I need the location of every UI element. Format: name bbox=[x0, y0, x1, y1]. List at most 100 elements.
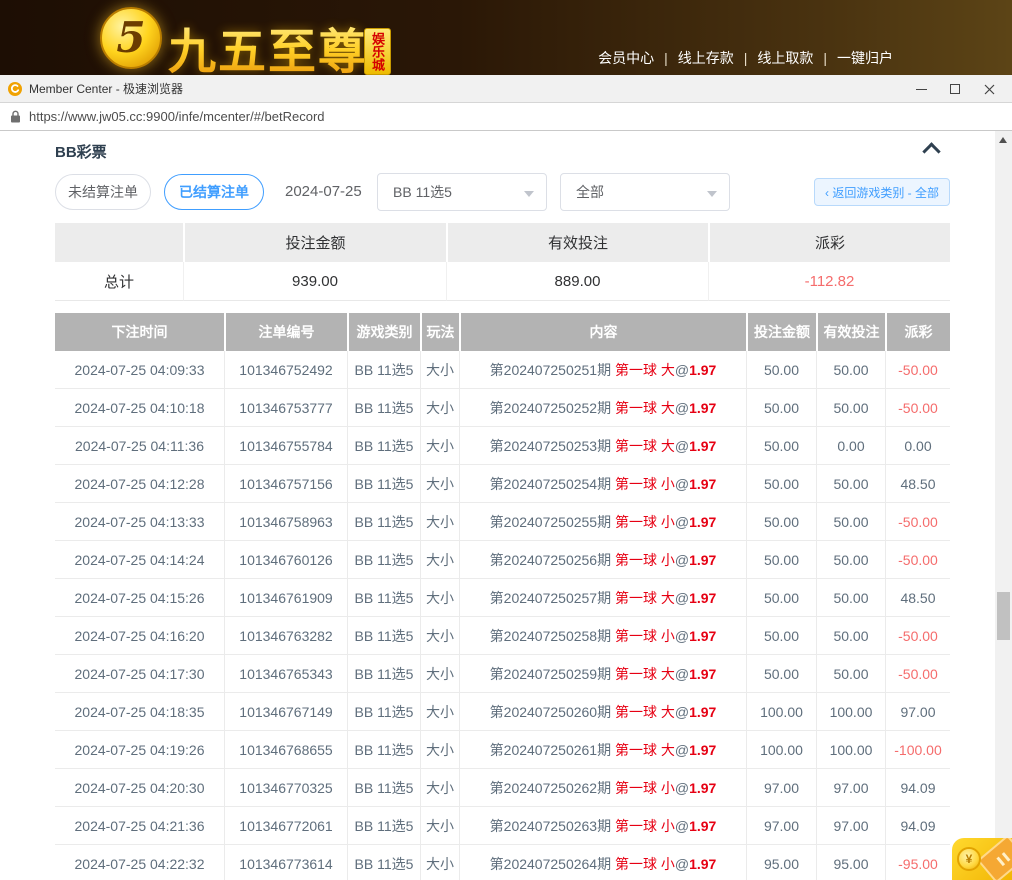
url-text[interactable]: https://www.jw05.cc:9900/infe/mcenter/#/… bbox=[29, 109, 325, 124]
cell-bet-amount: 100.00 bbox=[746, 731, 816, 769]
cell-bet-id: 101346773614 bbox=[224, 845, 347, 880]
cell-game-category: BB 11选5 bbox=[347, 427, 420, 465]
cell-play-type: 大小 bbox=[420, 731, 459, 769]
cell-bet-time: 2024-07-25 04:20:30 bbox=[55, 769, 224, 807]
cell-play-type: 大小 bbox=[420, 845, 459, 880]
cell-bet-time: 2024-07-25 04:13:33 bbox=[55, 503, 224, 541]
cell-content: 第202407250259期 第一球 大@1.97 bbox=[459, 655, 746, 693]
content-at-separator: @ bbox=[675, 856, 689, 872]
content-at-separator: @ bbox=[675, 400, 689, 416]
content-pick: 第一球 大 bbox=[615, 704, 675, 720]
cell-game-category: BB 11选5 bbox=[347, 845, 420, 880]
maximize-button[interactable] bbox=[938, 75, 972, 103]
table-row: 2024-07-25 04:22:32 101346773614 BB 11选5… bbox=[55, 845, 950, 880]
header-content: 内容 bbox=[459, 313, 746, 351]
scrollbar-thumb[interactable] bbox=[997, 592, 1010, 640]
lock-icon bbox=[10, 110, 21, 123]
summary-bet-amount: 939.00 bbox=[183, 262, 446, 301]
cell-bet-amount: 50.00 bbox=[746, 579, 816, 617]
cell-content: 第202407250260期 第一球 大@1.97 bbox=[459, 693, 746, 731]
cell-play-type: 大小 bbox=[420, 503, 459, 541]
cell-bet-id: 101346763282 bbox=[224, 617, 347, 655]
cell-bet-id: 101346755784 bbox=[224, 427, 347, 465]
cell-play-type: 大小 bbox=[420, 617, 459, 655]
cell-content: 第202407250262期 第一球 小@1.97 bbox=[459, 769, 746, 807]
content-odds: 1.97 bbox=[689, 856, 716, 872]
content-period: 第202407250253期 bbox=[490, 438, 615, 454]
nav-online-withdraw[interactable]: 线上取款 bbox=[757, 50, 813, 66]
summary-header-valid-bet: 有效投注 bbox=[446, 223, 708, 262]
url-bar[interactable]: https://www.jw05.cc:9900/infe/mcenter/#/… bbox=[0, 103, 1012, 131]
content-odds: 1.97 bbox=[689, 780, 716, 796]
cell-play-type: 大小 bbox=[420, 655, 459, 693]
cell-bet-amount: 50.00 bbox=[746, 351, 816, 389]
minimize-button[interactable] bbox=[904, 75, 938, 103]
cell-game-category: BB 11选5 bbox=[347, 389, 420, 427]
cell-payout: 97.00 bbox=[885, 693, 950, 731]
nav-online-deposit[interactable]: 线上存款 bbox=[678, 50, 734, 66]
cell-payout: 0.00 bbox=[885, 427, 950, 465]
nav-member-center[interactable]: 会员中心 bbox=[598, 50, 654, 66]
cell-payout: -50.00 bbox=[885, 351, 950, 389]
table-row: 2024-07-25 04:21:36 101346772061 BB 11选5… bbox=[55, 807, 950, 845]
cell-bet-time: 2024-07-25 04:10:18 bbox=[55, 389, 224, 427]
close-button[interactable] bbox=[972, 75, 1006, 103]
cell-bet-id: 101346760126 bbox=[224, 541, 347, 579]
cell-bet-id: 101346761909 bbox=[224, 579, 347, 617]
settled-bets-button[interactable]: 已结算注单 bbox=[164, 174, 264, 210]
table-row: 2024-07-25 04:20:30 101346770325 BB 11选5… bbox=[55, 769, 950, 807]
money-promo-widget[interactable]: ¥ bbox=[952, 838, 1012, 880]
cell-payout: -50.00 bbox=[885, 541, 950, 579]
unsettled-bets-button[interactable]: 未结算注单 bbox=[55, 174, 151, 210]
cell-payout: -50.00 bbox=[885, 503, 950, 541]
content-pick: 第一球 大 bbox=[615, 590, 675, 606]
cell-bet-time: 2024-07-25 04:21:36 bbox=[55, 807, 224, 845]
collapse-chevron-icon[interactable] bbox=[922, 142, 940, 160]
summary-header-payout: 派彩 bbox=[708, 223, 950, 262]
brand-logo-icon: 5 bbox=[100, 7, 162, 69]
cell-valid-bet: 50.00 bbox=[816, 351, 885, 389]
cell-bet-amount: 95.00 bbox=[746, 845, 816, 880]
scope-select[interactable]: 全部 bbox=[560, 173, 730, 211]
cell-valid-bet: 50.00 bbox=[816, 617, 885, 655]
bet-record-panel: BB彩票 未结算注单 已结算注单 2024-07-25 BB 11选5 全部 ‹… bbox=[55, 131, 950, 880]
content-period: 第202407250254期 bbox=[490, 476, 615, 492]
content-odds: 1.97 bbox=[689, 590, 716, 606]
cell-game-category: BB 11选5 bbox=[347, 541, 420, 579]
summary-header-bet-amount: 投注金额 bbox=[183, 223, 446, 262]
summary-payout: -112.82 bbox=[708, 262, 950, 301]
cell-valid-bet: 50.00 bbox=[816, 389, 885, 427]
cell-bet-amount: 97.00 bbox=[746, 769, 816, 807]
back-to-game-category-button[interactable]: ‹ 返回游戏类别 - 全部 bbox=[814, 178, 950, 206]
cell-play-type: 大小 bbox=[420, 541, 459, 579]
cell-content: 第202407250253期 第一球 大@1.97 bbox=[459, 427, 746, 465]
cell-bet-amount: 97.00 bbox=[746, 807, 816, 845]
cell-bet-time: 2024-07-25 04:19:26 bbox=[55, 731, 224, 769]
game-select[interactable]: BB 11选5 bbox=[377, 173, 547, 211]
content-pick: 第一球 小 bbox=[615, 476, 675, 492]
cell-bet-time: 2024-07-25 04:18:35 bbox=[55, 693, 224, 731]
content-odds: 1.97 bbox=[689, 704, 716, 720]
content-pick: 第一球 小 bbox=[615, 780, 675, 796]
cell-content: 第202407250264期 第一球 小@1.97 bbox=[459, 845, 746, 880]
cell-game-category: BB 11选5 bbox=[347, 351, 420, 389]
close-icon bbox=[984, 84, 995, 95]
cell-bet-time: 2024-07-25 04:12:28 bbox=[55, 465, 224, 503]
scroll-up-arrow-icon[interactable] bbox=[999, 137, 1007, 143]
cell-content: 第202407250256期 第一球 小@1.97 bbox=[459, 541, 746, 579]
cell-game-category: BB 11选5 bbox=[347, 579, 420, 617]
content-at-separator: @ bbox=[675, 628, 689, 644]
cell-play-type: 大小 bbox=[420, 807, 459, 845]
table-row: 2024-07-25 04:19:26 101346768655 BB 11选5… bbox=[55, 731, 950, 769]
cell-bet-id: 101346758963 bbox=[224, 503, 347, 541]
nav-one-key-transfer[interactable]: 一键归户 bbox=[837, 50, 893, 66]
cell-payout: 94.09 bbox=[885, 807, 950, 845]
content-at-separator: @ bbox=[675, 590, 689, 606]
header-bet-amount: 投注金额 bbox=[746, 313, 816, 351]
content-period: 第202407250256期 bbox=[490, 552, 615, 568]
cell-valid-bet: 97.00 bbox=[816, 807, 885, 845]
content-period: 第202407250251期 bbox=[490, 362, 615, 378]
content-period: 第202407250252期 bbox=[490, 400, 615, 416]
summary-table: 投注金额 有效投注 派彩 总计 939.00 889.00 -112.82 bbox=[55, 223, 950, 301]
vertical-scrollbar[interactable] bbox=[995, 131, 1012, 880]
